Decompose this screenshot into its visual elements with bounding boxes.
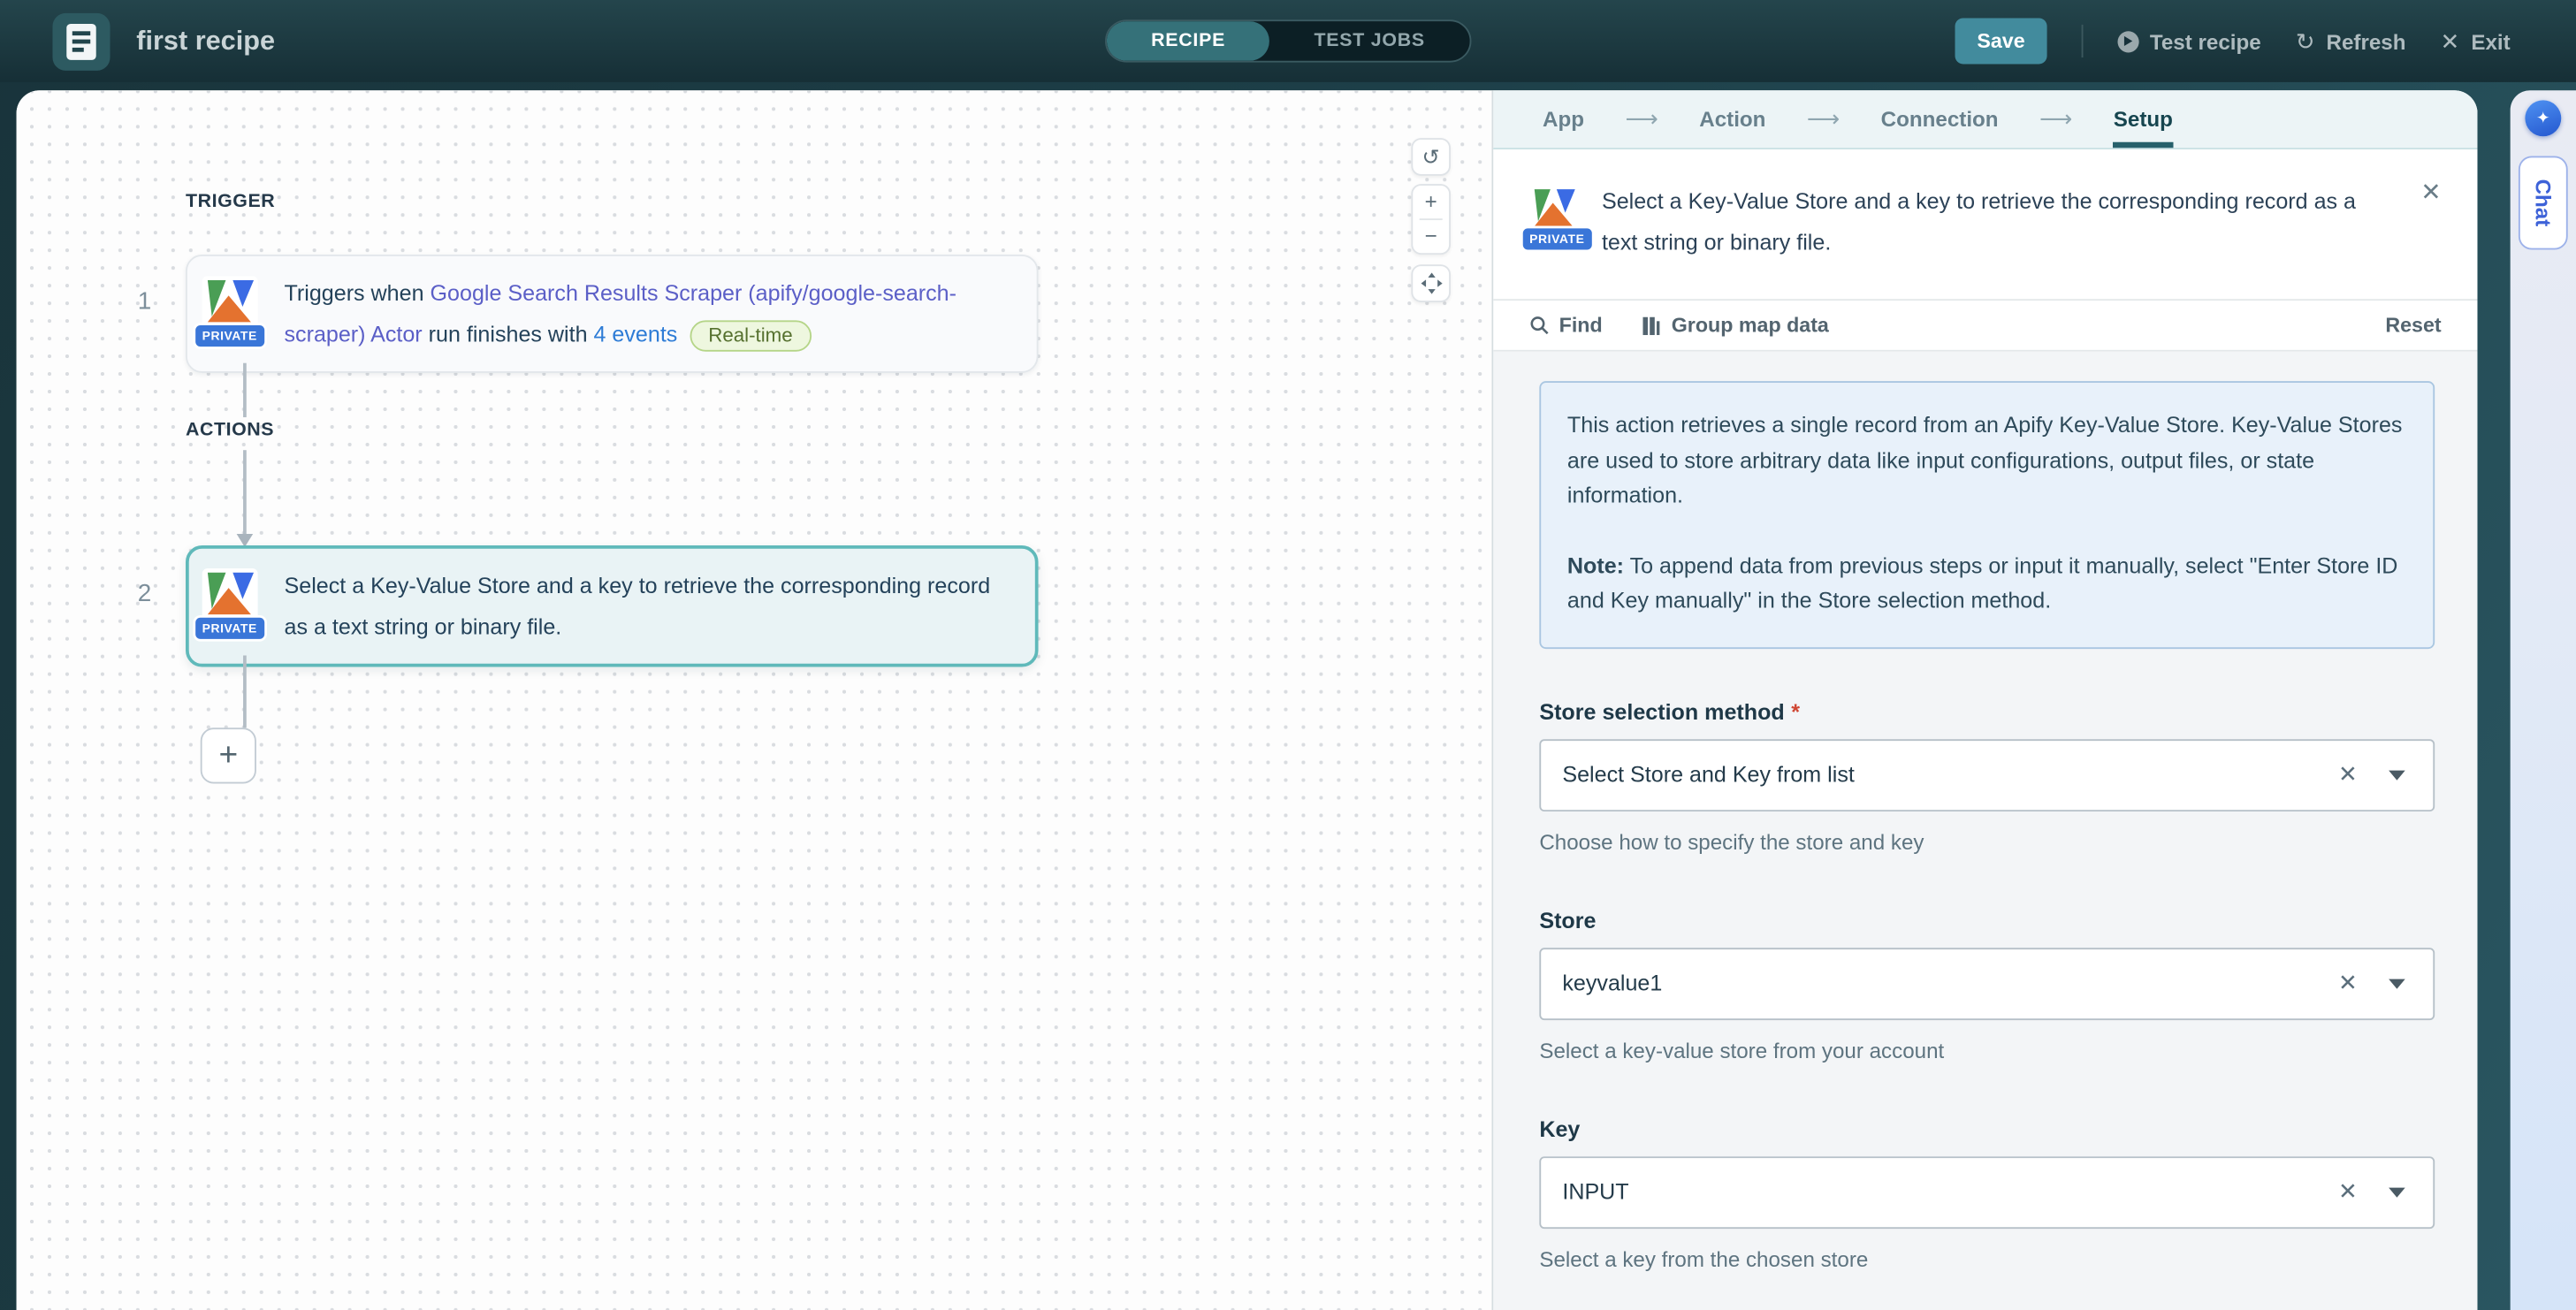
topbar-actions: Save Test recipe ↻ Refresh ✕ Exit: [1955, 18, 2510, 64]
step-action[interactable]: Action: [1699, 90, 1765, 148]
realtime-badge: Real-time: [690, 320, 811, 351]
test-recipe-button[interactable]: Test recipe: [2117, 29, 2261, 54]
field-helper-text: Select a key-value store from your accou…: [1539, 1038, 2435, 1062]
selected-value: Select Store and Key from list: [1562, 762, 2338, 787]
node-number: 2: [126, 580, 163, 608]
step-connection[interactable]: Connection: [1881, 90, 1999, 148]
store-select[interactable]: keyvalue1 ✕: [1539, 947, 2435, 1019]
field-label: Store: [1539, 908, 2435, 933]
zoom-in-button[interactable]: +: [1425, 186, 1437, 218]
apify-logo-icon: PRIVATE: [1529, 186, 1579, 235]
description-text: This action retrieves a single record fr…: [1567, 407, 2404, 514]
find-button[interactable]: Find: [1529, 314, 1602, 337]
trigger-node-text: Triggers when Google Search Results Scra…: [285, 272, 1014, 354]
tab-test-jobs[interactable]: TEST JOBS: [1269, 21, 1469, 61]
chevron-down-icon[interactable]: [2389, 770, 2405, 780]
refresh-button[interactable]: ↻ Refresh: [2296, 27, 2406, 56]
group-map-data-button[interactable]: Group map data: [1643, 314, 1829, 337]
step-app[interactable]: App: [1543, 90, 1584, 148]
close-panel-icon[interactable]: ✕: [2420, 178, 2441, 207]
zoom-out-button[interactable]: −: [1425, 220, 1437, 253]
action-node-selected[interactable]: PRIVATE Select a Key-Value Store and a k…: [186, 545, 1039, 667]
field-helper-text: Choose how to specify the store and key: [1539, 829, 2435, 854]
group-data-icon: [1643, 316, 1661, 334]
document-icon: [65, 22, 96, 60]
apify-logo-icon: PRIVATE: [202, 568, 258, 624]
field-label: Key: [1539, 1116, 2435, 1141]
connector-line: [243, 656, 246, 728]
clear-icon[interactable]: ✕: [2338, 760, 2358, 788]
tab-recipe[interactable]: RECIPE: [1107, 21, 1269, 61]
clear-icon[interactable]: ✕: [2338, 969, 2358, 997]
save-button[interactable]: Save: [1955, 18, 2046, 64]
selected-value: INPUT: [1562, 1179, 2338, 1204]
connector-line: [243, 450, 246, 534]
private-badge: PRIVATE: [195, 325, 263, 347]
add-step-button[interactable]: +: [201, 727, 256, 783]
play-icon: [2117, 30, 2138, 51]
panel-title: Select a Key-Value Store and a key to re…: [1602, 180, 2379, 263]
required-asterisk: *: [1791, 699, 1800, 724]
panel-header: PRIVATE Select a Key-Value Store and a k…: [1493, 149, 2477, 301]
sparkles-icon: ✦: [2536, 110, 2550, 127]
undo-icon: ↺: [1422, 139, 1440, 175]
field-store: Store keyvalue1 ✕ Select a key-value sto…: [1539, 908, 2435, 1062]
plus-icon: +: [218, 737, 238, 775]
top-bar: first recipe RECIPE TEST JOBS Save Test …: [0, 0, 2576, 82]
connector-line: [243, 363, 246, 417]
arrow-right-icon: ⟶: [2039, 90, 2072, 148]
panel-toolbar: Find Group map data Reset: [1493, 301, 2477, 352]
action-node-text: Select a Key-Value Store and a key to re…: [285, 565, 1012, 647]
field-store-selection-method: Store selection method* Select Store and…: [1539, 699, 2435, 854]
key-select[interactable]: INPUT ✕: [1539, 1155, 2435, 1228]
trigger-node[interactable]: PRIVATE Triggers when Google Search Resu…: [186, 255, 1039, 373]
trigger-section-label: TRIGGER: [186, 192, 275, 211]
fit-view-button[interactable]: [1411, 264, 1451, 302]
selected-value: keyvalue1: [1562, 971, 2338, 995]
mode-toggle: RECIPE TEST JOBS: [1105, 19, 1471, 62]
wizard-steps: App ⟶ Action ⟶ Connection ⟶ Setup: [1493, 90, 2477, 149]
actions-section-label: ACTIONS: [186, 421, 274, 440]
chat-tab-label: Chat: [2531, 179, 2556, 227]
chevron-down-icon[interactable]: [2389, 1187, 2405, 1197]
chat-sidebar: ✦ Chat: [2511, 90, 2576, 1310]
exit-button[interactable]: ✕ Exit: [2441, 27, 2511, 56]
clear-icon[interactable]: ✕: [2338, 1177, 2358, 1206]
action-description-box: This action retrieves a single record fr…: [1539, 381, 2435, 648]
arrow-right-icon: ⟶: [1625, 90, 1658, 148]
reset-button[interactable]: Reset: [2385, 314, 2441, 337]
store-selection-method-select[interactable]: Select Store and Key from list ✕: [1539, 738, 2435, 811]
topbar-divider: [2081, 25, 2083, 57]
chevron-down-icon[interactable]: [2389, 979, 2405, 988]
refresh-icon: ↻: [2296, 27, 2315, 56]
fit-view-icon: [1421, 272, 1442, 293]
step-setup[interactable]: Setup: [2114, 90, 2173, 148]
note-text: Note: To append data from previous steps…: [1567, 548, 2404, 619]
ai-assistant-button[interactable]: ✦: [2525, 100, 2561, 136]
zoom-controls: + −: [1411, 184, 1451, 255]
arrow-right-icon: ⟶: [1807, 90, 1840, 148]
main-card: TRIGGER 1 PRIVATE Triggers when Google S…: [17, 90, 2478, 1310]
apify-logo-icon: PRIVATE: [202, 276, 258, 331]
reset-view-button[interactable]: ↺: [1411, 138, 1451, 176]
node-number: 1: [126, 287, 163, 316]
events-link[interactable]: 4 events: [593, 322, 677, 347]
private-badge: PRIVATE: [195, 618, 263, 639]
field-key: Key INPUT ✕ Select a key from the chosen…: [1539, 1116, 2435, 1271]
page-title: first recipe: [136, 26, 275, 57]
chat-tab[interactable]: Chat: [2519, 156, 2568, 250]
panel-content: This action retrieves a single record fr…: [1493, 352, 2477, 1310]
app-window: first recipe RECIPE TEST JOBS Save Test …: [0, 0, 2576, 1310]
app-logo-button[interactable]: [52, 12, 110, 70]
workflow-canvas[interactable]: TRIGGER 1 PRIVATE Triggers when Google S…: [17, 90, 1492, 1310]
setup-panel: App ⟶ Action ⟶ Connection ⟶ Setup PRIVAT…: [1491, 90, 2477, 1310]
private-badge: PRIVATE: [1523, 228, 1591, 249]
field-label: Store selection method*: [1539, 699, 2435, 724]
close-icon: ✕: [2441, 27, 2460, 56]
field-helper-text: Select a key from the chosen store: [1539, 1246, 2435, 1271]
search-icon: [1529, 316, 1549, 335]
